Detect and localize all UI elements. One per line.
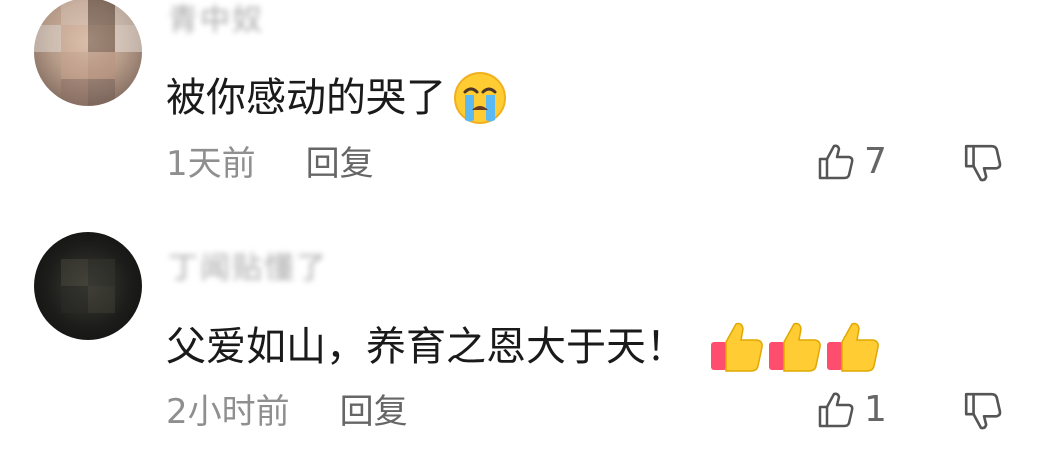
thumbs-down-icon [964,392,1002,430]
avatar[interactable] [34,232,142,340]
crying-face-icon [454,72,506,124]
comment-text-content: 被你感动的哭了 [166,75,446,121]
comment-item: 青中奴 被你感动的哭了 1天前 回复 7 [0,0,1049,226]
comment-text: 被你感动的哭了 [166,70,508,126]
like-count: 7 [864,141,887,182]
reply-button[interactable]: 回复 [340,392,408,432]
thumbs-up-icon [818,144,854,180]
like-button[interactable]: 7 [816,142,887,182]
dislike-button[interactable] [962,390,1004,436]
comment-text-content: 父爱如山，养育之恩大于天！ [166,324,686,370]
dislike-button[interactable] [962,142,1004,188]
thumbs-down-icon [964,144,1002,182]
thumbs-up-icon [818,392,854,428]
comment-text: 父爱如山，养育之恩大于天！ [166,318,882,376]
thumbs-up-emoji-group [708,318,882,376]
comment-meta: 2小时前 回复 [166,392,408,432]
timestamp: 2小时前 [166,392,290,432]
thumbs-up-icon [711,322,763,372]
comment-meta: 1天前 回复 [166,144,374,184]
thumbs-up-icon [827,322,879,372]
comment-item: 丁闻贴懂了 父爱如山，养育之恩大于天！ 2小时前 回复 1 [0,226,1049,453]
thumbs-up-icon [769,322,821,372]
like-button[interactable]: 1 [816,390,887,430]
username[interactable]: 青中奴 [168,4,264,38]
timestamp: 1天前 [166,144,256,184]
reply-button[interactable]: 回复 [306,144,374,184]
username[interactable]: 丁闻贴懂了 [168,252,328,286]
avatar[interactable] [34,0,142,106]
like-count: 1 [864,389,887,430]
